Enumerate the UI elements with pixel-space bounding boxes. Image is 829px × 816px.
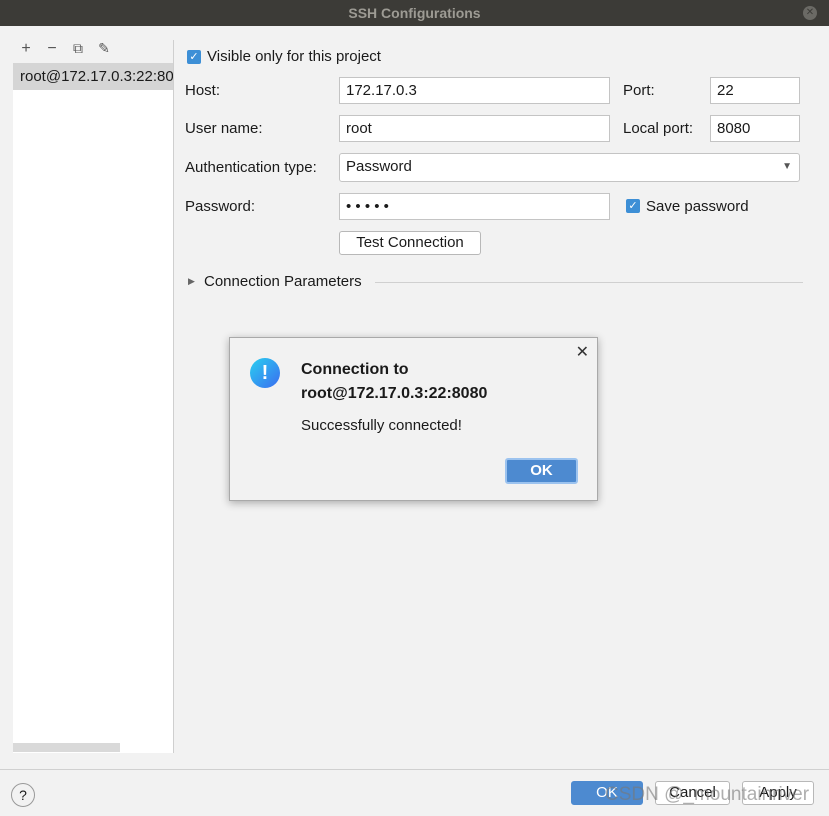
horizontal-scrollbar[interactable] (13, 743, 120, 752)
config-list (13, 63, 173, 753)
dialog-ok-button[interactable]: OK (505, 458, 578, 484)
connection-dialog: ! ✕ Connection to root@172.17.0.3:22:808… (229, 337, 598, 501)
visible-only-label: Visible only for this project (207, 48, 381, 65)
port-label: Port: (623, 82, 655, 99)
host-label: Host: (185, 82, 221, 99)
dialog-message: Successfully connected! (301, 417, 462, 434)
username-label: User name: (185, 120, 263, 137)
username-input[interactable]: root (339, 115, 610, 142)
dialog-title-line1: Connection to (301, 361, 409, 378)
copy-icon[interactable]: ⧉ (69, 40, 87, 57)
window-close-button[interactable]: ✕ (803, 6, 817, 20)
window-title: SSH Configurations (0, 0, 829, 26)
save-password-checkbox[interactable]: ✓ (626, 199, 640, 213)
test-connection-button[interactable]: Test Connection (339, 231, 481, 255)
password-input[interactable]: • • • • • (339, 193, 610, 220)
close-icon[interactable]: ✕ (576, 342, 589, 362)
chevron-down-icon: ▼ (782, 161, 792, 172)
local-port-label: Local port: (623, 120, 694, 137)
watermark: CSDN @_mountainriver (605, 784, 810, 805)
auth-type-value: Password (346, 158, 412, 175)
password-label: Password: (185, 198, 256, 215)
dialog-title-line2: root@172.17.0.3:22:8080 (301, 385, 488, 402)
footer-divider (0, 769, 829, 770)
add-icon[interactable]: + (17, 40, 35, 58)
separator (375, 282, 803, 283)
divider (173, 40, 174, 753)
host-input[interactable]: 172.17.0.3 (339, 77, 610, 104)
auth-type-label: Authentication type: (185, 159, 317, 176)
edit-icon[interactable]: ✎ (95, 40, 113, 57)
save-password-label: Save password (646, 198, 749, 215)
expand-triangle-icon[interactable]: ▶ (188, 276, 195, 287)
auth-type-select[interactable]: Password ▼ (339, 153, 800, 182)
remove-icon[interactable]: − (43, 40, 61, 58)
local-port-input[interactable]: 8080 (710, 115, 800, 142)
list-item[interactable]: root@172.17.0.3:22:8080 (13, 63, 173, 90)
port-input[interactable]: 22 (710, 77, 800, 104)
visible-only-checkbox[interactable]: ✓ (187, 50, 201, 64)
info-icon: ! (250, 358, 280, 388)
connection-parameters-toggle[interactable]: Connection Parameters (204, 272, 362, 292)
help-button[interactable]: ? (11, 783, 35, 807)
